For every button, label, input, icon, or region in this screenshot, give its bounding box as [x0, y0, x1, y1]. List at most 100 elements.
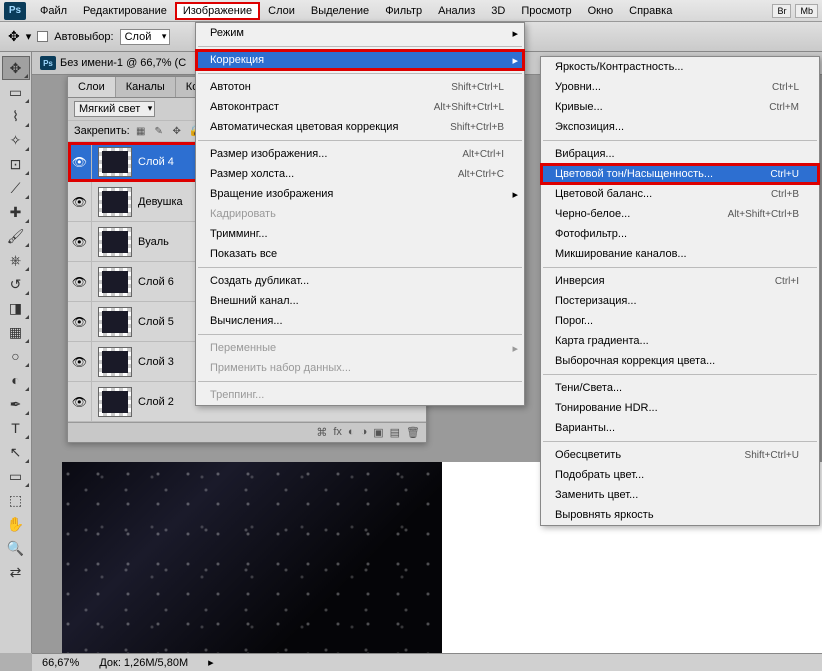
tool-brush[interactable]: 🖌 [2, 224, 30, 248]
layer-thumbnail[interactable] [98, 227, 132, 257]
menu-item[interactable]: Тримминг... [196, 224, 524, 244]
fx-icon[interactable]: fx [333, 426, 342, 439]
layer-thumbnail[interactable] [98, 187, 132, 217]
menu-выделение[interactable]: Выделение [303, 2, 377, 20]
lock-move-icon[interactable]: ✥ [170, 124, 184, 138]
tool-zoom[interactable]: 🔍 [2, 536, 30, 560]
zoom-level[interactable]: 66,67% [42, 657, 79, 669]
link-icon[interactable]: ⌘ [316, 426, 327, 439]
new-layer-icon[interactable]: ▤ [390, 426, 400, 439]
tool-heal[interactable]: ✚ [2, 200, 30, 224]
menu-item[interactable]: Вычисления... [196, 311, 524, 331]
tool-wand[interactable]: ✧ [2, 128, 30, 152]
menu-item[interactable]: Подобрать цвет... [541, 465, 819, 485]
auto-select-checkbox[interactable] [37, 31, 48, 42]
tool-gradient[interactable]: ▦ [2, 320, 30, 344]
tool-swap[interactable]: ⇄ [2, 560, 30, 584]
menu-item[interactable]: Создать дубликат... [196, 271, 524, 291]
tool-pen[interactable]: ✒ [2, 392, 30, 416]
tab-layers[interactable]: Слои [68, 77, 116, 97]
folder-icon[interactable]: ▣ [373, 426, 383, 439]
tool-stamp[interactable]: ⎈ [2, 248, 30, 272]
menu-справка[interactable]: Справка [621, 2, 680, 20]
menu-item[interactable]: Показать все [196, 244, 524, 264]
layer-thumbnail[interactable] [98, 347, 132, 377]
tool-eyedrop[interactable]: ⟋ [2, 176, 30, 200]
tool-history[interactable]: ↺ [2, 272, 30, 296]
tool-marquee[interactable]: ▭ [2, 80, 30, 104]
menu-item[interactable]: Размер изображения...Alt+Ctrl+I [196, 144, 524, 164]
menu-item[interactable]: Цветовой баланс...Ctrl+B [541, 184, 819, 204]
layer-thumbnail[interactable] [98, 387, 132, 417]
bridge-button[interactable]: Br [772, 4, 791, 18]
menu-item[interactable]: Постеризация... [541, 291, 819, 311]
adjustment-icon[interactable]: ◑ [361, 426, 368, 439]
menu-item[interactable]: Вращение изображения [196, 184, 524, 204]
tool-crop[interactable]: ⊡ [2, 152, 30, 176]
visibility-icon[interactable]: 👁 [68, 142, 92, 181]
menu-item[interactable]: Фотофильтр... [541, 224, 819, 244]
tool-dodge[interactable]: ◐ [2, 368, 30, 392]
tool-lasso[interactable]: ⌇ [2, 104, 30, 128]
menu-item[interactable]: Яркость/Контрастность... [541, 57, 819, 77]
lock-brush-icon[interactable]: ✎ [152, 124, 166, 138]
menu-слои[interactable]: Слои [260, 2, 303, 20]
lock-transparent-icon[interactable]: ▦ [134, 124, 148, 138]
menu-item[interactable]: Выровнять яркость [541, 505, 819, 525]
mb-button[interactable]: Mb [795, 4, 818, 18]
tool-path[interactable]: ↖ [2, 440, 30, 464]
visibility-icon[interactable]: 👁 [68, 262, 92, 301]
visibility-icon[interactable]: 👁 [68, 302, 92, 341]
tool-blur[interactable]: ○ [2, 344, 30, 368]
menu-item[interactable]: Варианты... [541, 418, 819, 438]
layer-thumbnail[interactable] [98, 147, 132, 177]
menu-окно[interactable]: Окно [580, 2, 622, 20]
tab-channels[interactable]: Каналы [116, 77, 176, 97]
auto-select-dropdown[interactable]: Слой [120, 29, 171, 45]
layer-thumbnail[interactable] [98, 267, 132, 297]
visibility-icon[interactable]: 👁 [68, 342, 92, 381]
menu-item[interactable]: ОбесцветитьShift+Ctrl+U [541, 445, 819, 465]
tool-hand[interactable]: ✋ [2, 512, 30, 536]
menu-item[interactable]: Тени/Света... [541, 378, 819, 398]
tool-type[interactable]: T [2, 416, 30, 440]
menu-item[interactable]: Карта градиента... [541, 331, 819, 351]
menu-item[interactable]: Кривые...Ctrl+M [541, 97, 819, 117]
menu-item[interactable]: Заменить цвет... [541, 485, 819, 505]
menu-item[interactable]: Экспозиция... [541, 117, 819, 137]
menu-item[interactable]: Режим [196, 23, 524, 43]
tool-3d[interactable]: ⬚ [2, 488, 30, 512]
menu-изображение[interactable]: Изображение [175, 2, 260, 20]
layer-thumbnail[interactable] [98, 307, 132, 337]
menu-item[interactable]: Размер холста...Alt+Ctrl+C [196, 164, 524, 184]
menu-item[interactable]: Черно-белое...Alt+Shift+Ctrl+B [541, 204, 819, 224]
menu-3d[interactable]: 3D [483, 2, 513, 20]
menu-item[interactable]: ИнверсияCtrl+I [541, 271, 819, 291]
menu-item[interactable]: Уровни...Ctrl+L [541, 77, 819, 97]
mask-icon[interactable]: ◐ [348, 426, 355, 439]
menu-item[interactable]: Коррекция [196, 50, 524, 70]
visibility-icon[interactable]: 👁 [68, 182, 92, 221]
visibility-icon[interactable]: 👁 [68, 382, 92, 421]
tool-shape[interactable]: ▭ [2, 464, 30, 488]
menu-item[interactable]: Выборочная коррекция цвета... [541, 351, 819, 371]
menu-item[interactable]: Порог... [541, 311, 819, 331]
menu-файл[interactable]: Файл [32, 2, 75, 20]
menu-item[interactable]: Автоматическая цветовая коррекцияShift+C… [196, 117, 524, 137]
menu-item[interactable]: Тонирование HDR... [541, 398, 819, 418]
menu-item[interactable]: Вибрация... [541, 144, 819, 164]
menu-item[interactable]: Цветовой тон/Насыщенность...Ctrl+U [541, 164, 819, 184]
visibility-icon[interactable]: 👁 [68, 222, 92, 261]
menu-item[interactable]: Микширование каналов... [541, 244, 819, 264]
menu-анализ[interactable]: Анализ [430, 2, 483, 20]
menu-редактирование[interactable]: Редактирование [75, 2, 175, 20]
tool-move[interactable]: ✥ [2, 56, 30, 80]
blend-mode-dropdown[interactable]: Мягкий свет [74, 101, 155, 117]
menu-item[interactable]: АвтоконтрастAlt+Shift+Ctrl+L [196, 97, 524, 117]
trash-icon[interactable]: 🗑 [406, 426, 420, 439]
menu-просмотр[interactable]: Просмотр [513, 2, 579, 20]
menu-item[interactable]: АвтотонShift+Ctrl+L [196, 77, 524, 97]
status-arrow-icon[interactable]: ▸ [208, 656, 214, 669]
menu-item[interactable]: Внешний канал... [196, 291, 524, 311]
menu-фильтр[interactable]: Фильтр [377, 2, 430, 20]
